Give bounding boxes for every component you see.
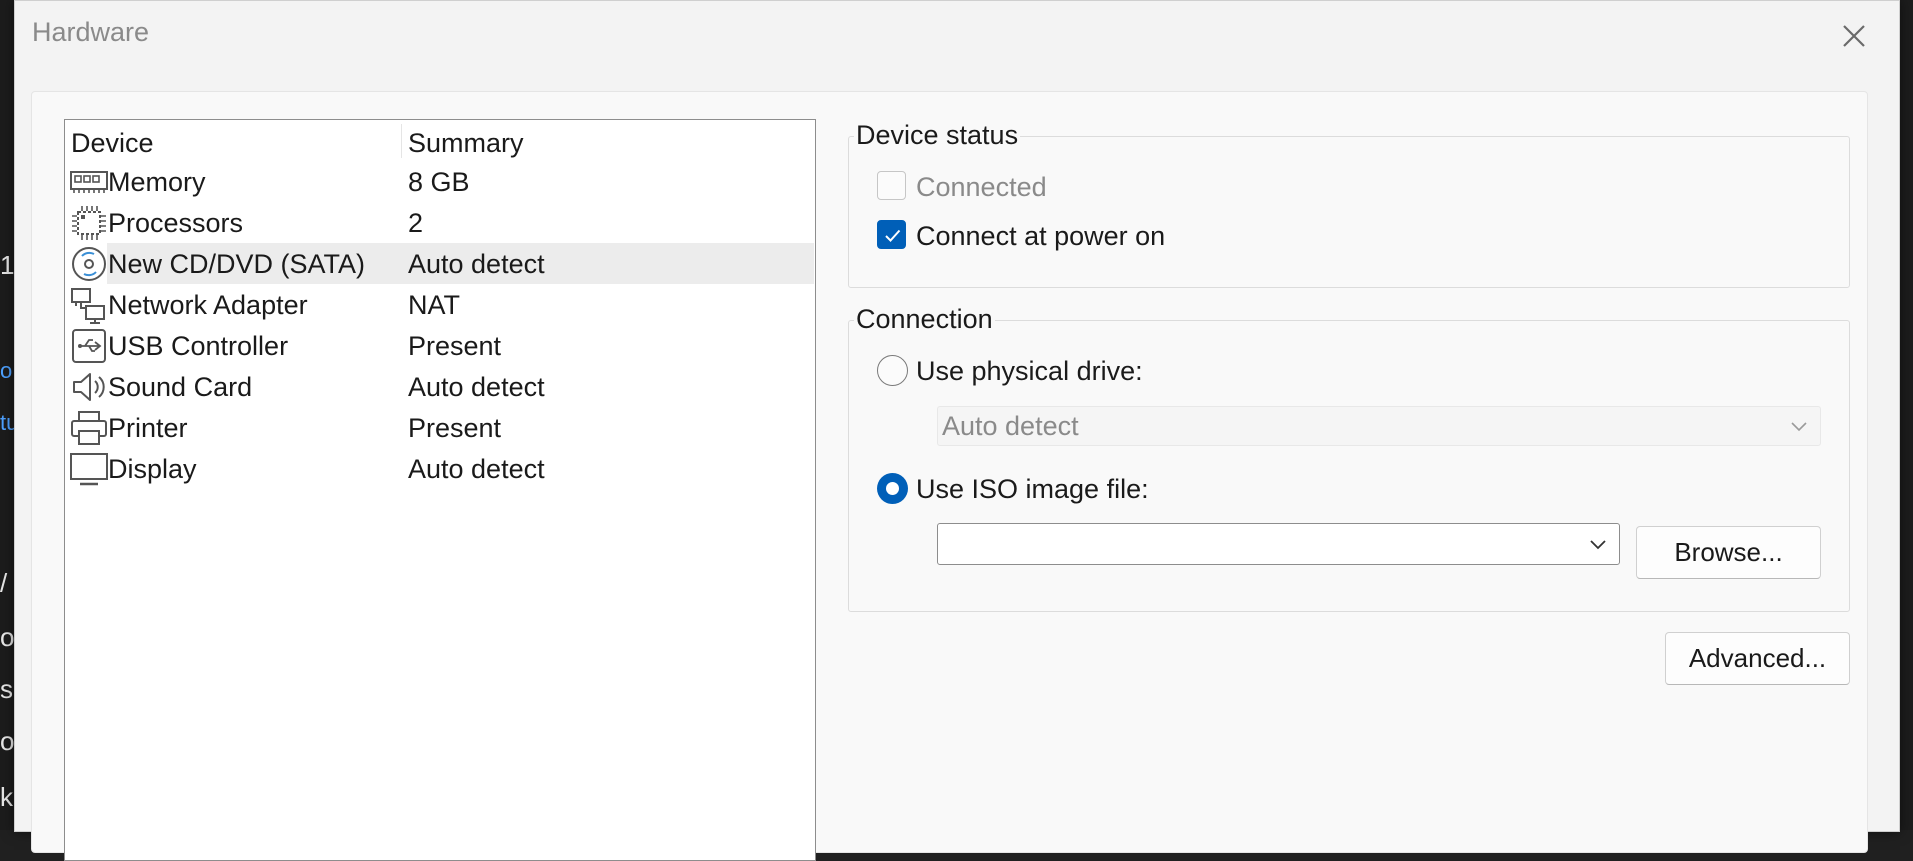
advanced-button[interactable]: Advanced... <box>1665 632 1850 685</box>
cd-dvd-icon <box>72 247 106 281</box>
device-name: Display <box>108 454 197 484</box>
use-iso-image-radio[interactable] <box>877 473 908 504</box>
device-summary: Auto detect <box>408 372 545 402</box>
device-summary: Present <box>408 413 502 443</box>
device-name: Network Adapter <box>108 290 308 320</box>
iso-path-combobox[interactable] <box>937 523 1620 565</box>
device-row-display[interactable]: Display Auto detect <box>65 448 815 489</box>
use-physical-drive-radio[interactable] <box>877 355 908 386</box>
use-iso-image-label[interactable]: Use ISO image file: <box>916 474 1149 505</box>
connect-at-power-on-checkbox[interactable] <box>877 220 906 249</box>
device-row-printer[interactable]: Printer Present <box>65 407 815 448</box>
background-link: o <box>0 358 13 383</box>
printer-icon <box>71 411 107 445</box>
device-row-processors[interactable]: Processors 2 <box>65 202 815 243</box>
dialog-title: Hardware <box>32 17 150 47</box>
device-name: USB Controller <box>108 331 289 361</box>
column-header-device[interactable]: Device <box>71 128 154 159</box>
device-summary: Auto detect <box>408 454 545 484</box>
device-summary: Present <box>408 331 502 361</box>
connect-at-power-on-label[interactable]: Connect at power on <box>916 221 1165 252</box>
hardware-dialog: Hardware Device Summary Memory 8 GB Proc… <box>14 0 1900 861</box>
close-icon <box>1843 25 1865 47</box>
column-header-summary[interactable]: Summary <box>408 128 524 159</box>
connected-checkbox[interactable] <box>877 171 906 200</box>
list-header: Device Summary <box>65 120 815 161</box>
device-row-memory[interactable]: Memory 8 GB <box>65 161 815 202</box>
background-text: o <box>0 622 15 652</box>
device-row-usb-controller[interactable]: USB Controller Present <box>65 325 815 366</box>
device-name: Printer <box>108 413 188 443</box>
checkmark-icon <box>885 229 901 242</box>
background-text: k <box>0 782 13 812</box>
device-summary: 2 <box>408 208 424 238</box>
connected-label[interactable]: Connected <box>916 172 1047 203</box>
physical-drive-select[interactable]: Auto detect <box>937 406 1821 446</box>
device-name: Memory <box>108 167 206 197</box>
display-icon <box>70 453 108 486</box>
column-separator[interactable] <box>401 124 402 158</box>
physical-drive-value: Auto detect <box>942 411 1079 441</box>
device-row-network-adapter[interactable]: Network Adapter NAT <box>65 284 815 325</box>
memory-icon <box>70 171 108 193</box>
background-text: o <box>0 726 15 756</box>
device-row-sound-card[interactable]: Sound Card Auto detect <box>65 366 815 407</box>
device-row-cd-dvd[interactable]: New CD/DVD (SATA) Auto detect <box>65 243 815 284</box>
close-button[interactable] <box>1837 19 1871 53</box>
processor-icon <box>72 206 106 240</box>
device-summary: Auto detect <box>408 249 545 279</box>
device-name: New CD/DVD (SATA) <box>108 249 366 279</box>
device-summary: 8 GB <box>408 167 470 197</box>
chevron-down-icon[interactable] <box>1589 537 1607 551</box>
device-name: Sound Card <box>108 372 253 402</box>
background-text: 1 <box>0 250 15 280</box>
use-physical-drive-label[interactable]: Use physical drive: <box>916 356 1143 387</box>
usb-icon <box>72 329 106 363</box>
device-list[interactable]: Device Summary Memory 8 GB Processors 2 … <box>64 119 816 861</box>
device-summary: NAT <box>408 290 460 320</box>
device-name: Processors <box>108 208 244 238</box>
chevron-down-icon <box>1791 422 1807 432</box>
device-status-group <box>848 136 1850 288</box>
connection-label: Connection <box>854 304 995 335</box>
background-text: / <box>0 568 8 598</box>
browse-button[interactable]: Browse... <box>1636 526 1821 579</box>
network-adapter-icon <box>71 288 105 324</box>
device-status-label: Device status <box>854 120 1021 151</box>
sound-card-icon <box>73 373 105 401</box>
